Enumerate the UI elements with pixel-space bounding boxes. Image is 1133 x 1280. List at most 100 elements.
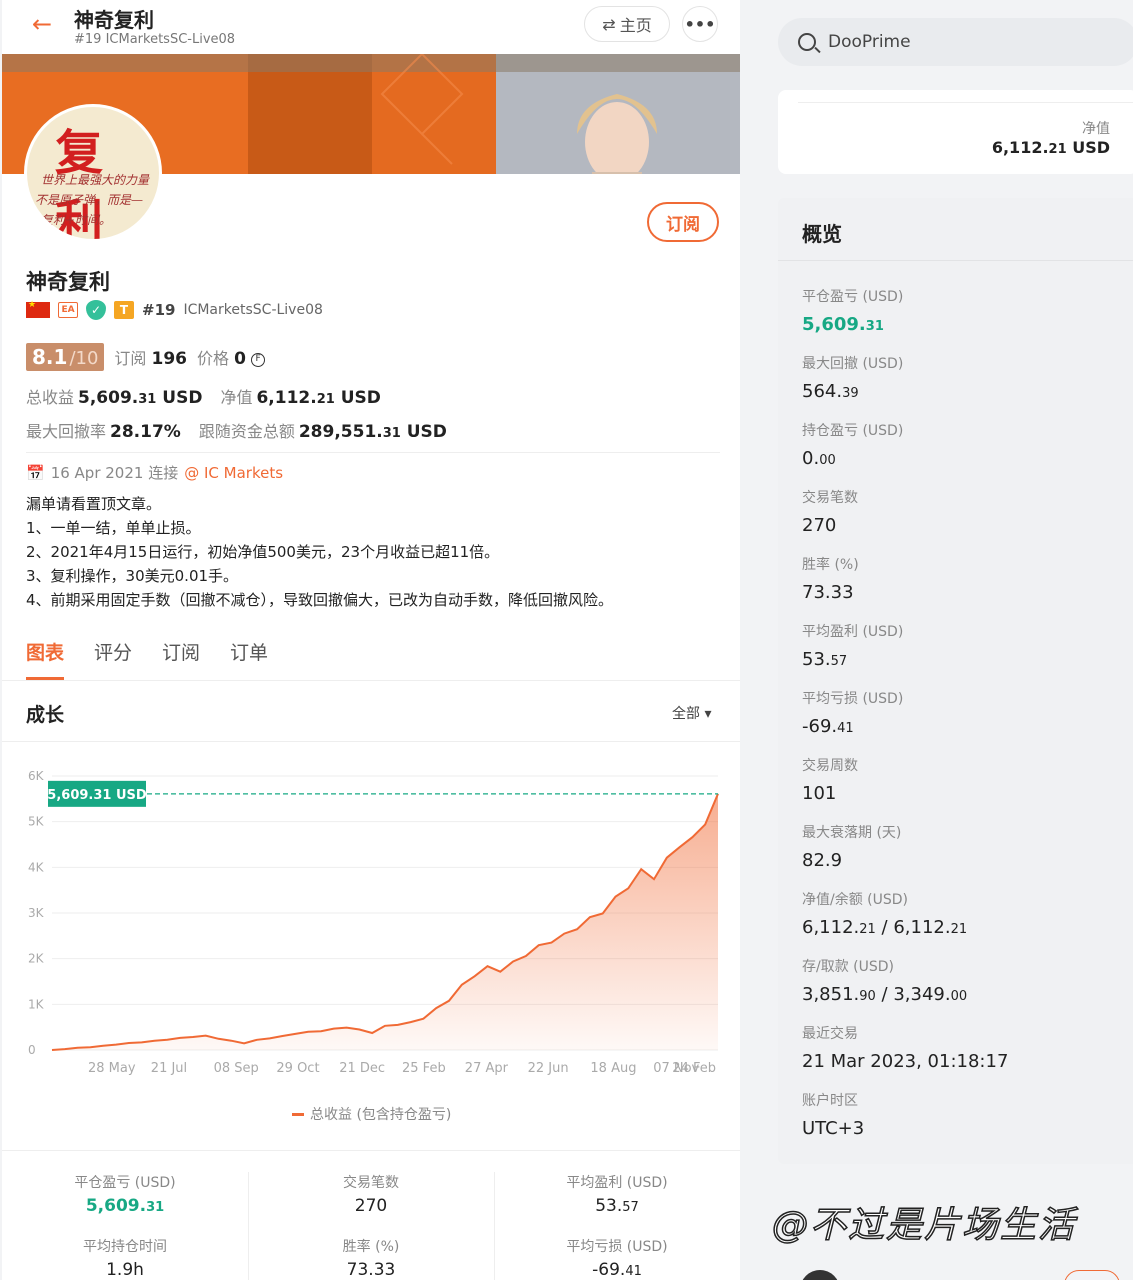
- overview-label: 最近交易: [802, 1026, 858, 1042]
- connection-row: 📅 16 Apr 2021 连接 @ IC Markets: [26, 462, 283, 483]
- y-tick-label: 5K: [28, 815, 45, 829]
- chart-legend: 总收益 (包含持仓盈亏): [292, 1104, 451, 1124]
- tab-chart[interactable]: 图表: [26, 638, 65, 682]
- overview-item: 存/取款 (USD) 3,851.90 / 3,349.00: [802, 956, 967, 1005]
- subs-value: 196: [151, 349, 188, 369]
- badge-row: EA ✓ T #19 ICMarketsSC-Live08: [26, 300, 323, 320]
- search-bar[interactable]: DooPrime: [778, 18, 1133, 66]
- overview-item: 胜率 (%) 73.33: [802, 554, 859, 603]
- y-tick-label: 0: [28, 1043, 36, 1057]
- avatar-line-2: 不是原子弹，而是—: [35, 193, 144, 207]
- score-badge: 8.1/10: [26, 343, 105, 371]
- summary-label: 平仓盈亏 (USD): [74, 1175, 176, 1191]
- swap-icon: ⇄: [602, 14, 616, 34]
- home-label: 主页: [619, 16, 652, 35]
- broker-link[interactable]: @ IC Markets: [184, 464, 283, 482]
- overview-label: 最大衰落期 (天): [802, 825, 902, 841]
- watermark: @不过是片场生活: [771, 1204, 1077, 1247]
- overview-value: UTC+3: [802, 1118, 865, 1139]
- x-tick-label: 18 Aug: [590, 1061, 636, 1076]
- x-tick-label: 22 Jun: [528, 1061, 569, 1076]
- overview-value: 21 Mar 2023, 01:18:17: [802, 1051, 1009, 1072]
- overview-value: 0.00: [802, 448, 836, 469]
- equity-card: 净值 6,112.21 USD: [778, 90, 1133, 174]
- subscribe-button[interactable]: 订阅: [647, 202, 719, 242]
- overview-value: 6,112.21 / 6,112.21: [802, 917, 968, 938]
- overview-label: 胜率 (%): [802, 557, 859, 573]
- overview-label: 平均盈利 (USD): [802, 624, 904, 640]
- overview-item: 最近交易 21 Mar 2023, 01:18:17: [802, 1023, 1008, 1072]
- overview-label: 存/取款 (USD): [802, 959, 895, 975]
- summary-cell: 胜率 (%) 73.33: [248, 1236, 494, 1280]
- more-button[interactable]: •••: [682, 6, 718, 42]
- summary-cell: 平均持仓时间 1.9h: [2, 1236, 248, 1280]
- tab-subscribe[interactable]: 订阅: [162, 638, 200, 682]
- overview-label: 净值/余额 (USD): [802, 892, 909, 908]
- equity-card-value: 6,112.21 USD: [991, 138, 1110, 157]
- overview-value: 82.9: [802, 850, 843, 871]
- summary-value: 5,609.31: [85, 1196, 165, 1216]
- overview-value: 5,609.31: [802, 314, 884, 335]
- rank-label: #19: [142, 301, 176, 319]
- overview-label: 平仓盈亏 (USD): [802, 289, 904, 305]
- back-arrow-icon[interactable]: ←: [32, 10, 52, 38]
- x-tick-label: 29 Oct: [276, 1061, 319, 1076]
- avatar: 复利 世界上最强大的力量 不是原子弹，而是— 复利+时间。: [24, 104, 162, 242]
- overview-label: 交易笔数: [802, 490, 858, 506]
- overview-value: 564.39: [802, 381, 859, 402]
- overview-label: 持仓盈亏 (USD): [802, 423, 904, 439]
- overview-value: 53.57: [802, 649, 848, 670]
- summary-label: 平均亏损 (USD): [566, 1239, 668, 1255]
- equity-card-label: 净值: [1082, 121, 1110, 137]
- overview-label: 交易周数: [802, 758, 858, 774]
- max-drawdown-value: 28.17%: [110, 422, 181, 442]
- summary-value: 1.9h: [106, 1260, 144, 1280]
- overview-item: 持仓盈亏 (USD) 0.00: [802, 420, 903, 469]
- footer-button[interactable]: [1064, 1270, 1120, 1280]
- summary-cell: 平均盈利 (USD) 53.57: [494, 1172, 740, 1216]
- overview-label: 最大回撤 (USD): [802, 356, 904, 372]
- avatar-line-3: 复利+时间。: [41, 213, 112, 227]
- description: 漏单请看置顶文章。 1、一单一结，单单止损。 2、2021年4月15日运行，初始…: [26, 495, 614, 609]
- top-bar: ← 神奇复利 #19 ICMarketsSC-Live08 ⇄ 主页 •••: [2, 0, 740, 54]
- overview-item: 平均盈利 (USD) 53.57: [802, 621, 903, 670]
- summary-cell: 交易笔数 270: [248, 1172, 494, 1216]
- legend-label: 总收益 (包含持仓盈亏): [310, 1107, 452, 1123]
- x-tick-label: 28 May: [88, 1061, 136, 1076]
- trader-name: 神奇复利: [26, 270, 110, 294]
- x-tick-label: 27 Apr: [465, 1061, 509, 1076]
- total-profit-value: 5,609.: [78, 388, 139, 408]
- header-subtitle: #19 ICMarketsSC-Live08: [74, 32, 236, 47]
- summary-cell: 平均亏损 (USD) -69.41: [494, 1236, 740, 1280]
- price-value: 0: [234, 349, 246, 369]
- tab-orders[interactable]: 订单: [230, 638, 268, 682]
- follow-funds-value: 289,551.: [298, 422, 383, 442]
- y-tick-label: 1K: [28, 997, 45, 1011]
- overview-item: 平均亏损 (USD) -69.41: [802, 688, 903, 737]
- y-tick-label: 6K: [28, 769, 45, 783]
- home-button[interactable]: ⇄ 主页: [584, 6, 670, 42]
- last-value-label: 5,609.31 USD: [47, 788, 147, 803]
- range-dropdown[interactable]: 全部 ▾: [672, 703, 711, 723]
- drawdown-row: 最大回撤率 28.17% 跟随资金总额 289,551.31 USD: [26, 422, 447, 442]
- ea-badge: EA: [58, 302, 78, 318]
- calendar-icon: 📅: [26, 463, 45, 482]
- x-tick-label: 24 Feb: [672, 1061, 716, 1076]
- search-input[interactable]: DooPrime: [828, 32, 911, 52]
- summary-value: 270: [354, 1196, 388, 1216]
- connected-date: 16 Apr 2021 连接: [50, 464, 179, 482]
- summary-value: -69.41: [592, 1260, 642, 1280]
- overview-value: -69.41: [802, 716, 854, 737]
- growth-chart: 0 1K 2K 3K 4K 5K 6K 28 May 21 Jul 08 Sep 29 Oct 21 …: [28, 769, 719, 1076]
- score-row: 8.1/10 订阅 196 价格 0 F: [26, 342, 266, 372]
- overview-item: 交易笔数 270: [802, 487, 858, 536]
- y-tick-label: 4K: [28, 860, 45, 874]
- overview-value: 3,851.90 / 3,349.00: [802, 984, 968, 1005]
- trader-detail-panel: ← 神奇复利 #19 ICMarketsSC-Live08 ⇄ 主页 ••• 复…: [2, 0, 740, 1280]
- t-badge: T: [114, 301, 134, 319]
- overview-item: 交易周数 101: [802, 755, 858, 804]
- x-tick-label: 25 Feb: [402, 1061, 446, 1076]
- tab-rating[interactable]: 评分: [94, 638, 132, 682]
- summary-label: 平均盈利 (USD): [566, 1175, 668, 1191]
- x-tick-label: 08 Sep: [214, 1061, 259, 1076]
